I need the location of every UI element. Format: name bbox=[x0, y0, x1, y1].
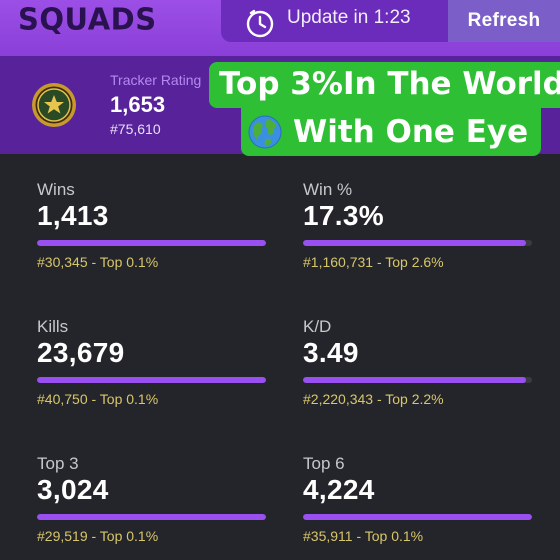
rank-medal-icon bbox=[32, 83, 76, 127]
refresh-button[interactable]: Refresh bbox=[448, 0, 560, 42]
stat-progress-bar bbox=[37, 377, 266, 383]
stat-value: 17.3% bbox=[303, 200, 384, 231]
stat-progress-fill bbox=[303, 240, 527, 246]
tracker-rating-label: Tracker Rating bbox=[110, 72, 202, 88]
stat-label: Top 3 bbox=[37, 454, 79, 473]
stat-value: 4,224 bbox=[303, 474, 375, 505]
stat-progress-fill bbox=[303, 377, 527, 383]
stat-rank: #35,911 - Top 0.1% bbox=[303, 528, 424, 544]
stat-rank: #2,220,343 - Top 2.2% bbox=[303, 391, 444, 407]
stat-rank: #40,750 - Top 0.1% bbox=[37, 391, 159, 407]
globe-icon bbox=[248, 115, 282, 149]
tracker-rating-value: 1,653 bbox=[110, 92, 166, 117]
stat-label: Win % bbox=[303, 180, 353, 199]
stat-rank: #1,160,731 - Top 2.6% bbox=[303, 254, 444, 270]
stat-label: Top 6 bbox=[303, 454, 345, 473]
timer-icon bbox=[246, 9, 274, 38]
update-countdown: Update in 1:23 bbox=[287, 7, 411, 28]
stat-value: 23,679 bbox=[37, 337, 125, 368]
stat-label: Wins bbox=[37, 180, 75, 199]
stat-label: K/D bbox=[303, 317, 332, 336]
stat-value: 3.49 bbox=[303, 337, 359, 368]
stat-value: 1,413 bbox=[37, 200, 109, 231]
stat-label: Kills bbox=[37, 317, 69, 336]
stat-progress-fill bbox=[37, 240, 266, 246]
stat-progress-bar bbox=[37, 240, 266, 246]
tracker-rating-rank: #75,610 bbox=[110, 121, 161, 137]
stat-progress-fill bbox=[303, 514, 532, 520]
stat-progress-fill bbox=[37, 377, 266, 383]
stat-progress-fill bbox=[37, 514, 266, 520]
caption-sticker: Top 3%In The World With One Eye bbox=[209, 62, 560, 156]
stat-rank: #29,519 - Top 0.1% bbox=[37, 528, 159, 544]
stat-value: 3,024 bbox=[37, 474, 109, 505]
stat-progress-bar bbox=[303, 240, 532, 246]
caption-line-2: With One Eye bbox=[293, 114, 529, 150]
stat-progress-bar bbox=[37, 514, 266, 520]
stat-progress-bar bbox=[303, 514, 532, 520]
page-title: SQUADS bbox=[18, 1, 157, 37]
caption-line-1: Top 3%In The World bbox=[209, 62, 560, 108]
update-status-bar: Update in 1:23 Refresh bbox=[221, 0, 560, 42]
header-bar: SQUADS Update in 1:23 Refresh bbox=[0, 0, 560, 56]
stat-progress-bar bbox=[303, 377, 532, 383]
stat-rank: #30,345 - Top 0.1% bbox=[37, 254, 159, 270]
caption-line-2-row: With One Eye bbox=[241, 108, 541, 156]
